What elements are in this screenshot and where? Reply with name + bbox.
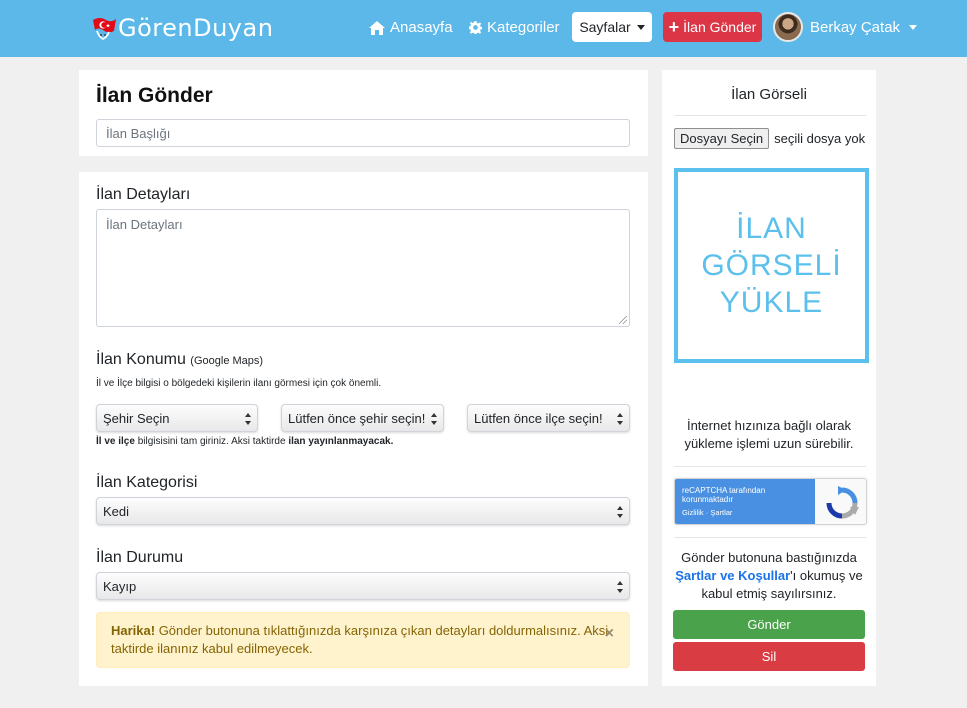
post-ad-button[interactable]: + İlan Gönder	[663, 12, 762, 42]
category-select[interactable]: Kedi	[96, 497, 630, 525]
post-ad-label: İlan Gönder	[683, 19, 757, 35]
terms-text: Gönder butonuna bastığınızda Şartlar ve …	[672, 549, 866, 603]
recaptcha-text: reCAPTCHA tarafından korunmaktadır Gizli…	[675, 479, 815, 524]
recaptcha-line-1: reCAPTCHA tarafından	[682, 486, 766, 495]
city-select-value: Şehir Seçin	[103, 411, 170, 426]
select-arrows-icon	[617, 413, 623, 425]
ad-form-panel: İlan Detayları İlan Detayları İlan Konum…	[79, 172, 648, 686]
category-heading: İlan Kategorisi	[96, 474, 198, 491]
nav-home[interactable]: Anasayfa	[369, 19, 453, 36]
location-warning: İl ve ilçe bilgisisini tam giriniz. Aksi…	[96, 436, 393, 447]
caret-down-icon	[636, 24, 645, 30]
caret-down-icon	[909, 24, 918, 30]
cog-icon	[469, 21, 482, 34]
select-arrows-icon	[617, 581, 623, 593]
select-arrows-icon	[245, 413, 251, 425]
user-menu[interactable]: Berkay Çatak	[773, 11, 918, 43]
top-navbar: GörenDuyan Anasayfa Kategoriler Sayfalar…	[0, 0, 967, 57]
alert-strong: Harika!	[111, 623, 156, 638]
page-title: İlan Gönder	[96, 84, 213, 107]
delete-button[interactable]: Sil	[673, 642, 865, 671]
neighborhood-select-value: Lütfen önce ilçe seçin!	[474, 411, 603, 426]
recaptcha-icon	[826, 486, 859, 519]
neighborhood-select[interactable]: Lütfen önce ilçe seçin!	[467, 404, 630, 432]
user-name: Berkay Çatak	[810, 18, 901, 36]
details-heading: İlan Detayları	[96, 186, 191, 203]
divider	[674, 115, 866, 116]
status-heading: İlan Durumu	[96, 549, 184, 566]
district-select[interactable]: Lütfen önce şehir seçin!	[281, 404, 444, 432]
avatar	[773, 12, 803, 42]
status-select[interactable]: Kayıp	[96, 572, 630, 600]
warning-bold-1: İl ve ilçe	[96, 436, 135, 447]
resize-handle[interactable]	[619, 316, 627, 324]
choose-file-button[interactable]: Dosyayı Seçin	[674, 128, 770, 149]
image-upload-area[interactable]: İLAN GÖRSELİ YÜKLE	[674, 168, 869, 363]
terms-pre: Gönder butonuna bastığınızda	[681, 550, 857, 565]
district-select-value: Lütfen önce şehir seçin!	[288, 411, 426, 426]
location-heading: İlan Konumu (Google Maps)	[96, 351, 263, 369]
file-input: Dosyayı Seçin seçili dosya yok	[674, 128, 865, 149]
image-panel: İlan Görseli Dosyayı Seçin seçili dosya …	[662, 70, 876, 686]
nav-home-label: Anasayfa	[390, 19, 453, 36]
title-panel: İlan Gönder İlan Başlığı	[79, 70, 648, 156]
nav-categories[interactable]: Kategoriler	[469, 19, 560, 36]
brand-name: GörenDuyan	[118, 14, 274, 42]
upload-line-1: İLAN	[736, 212, 807, 245]
warning-bold-2: ilan yayınlanmayacak.	[288, 436, 394, 447]
ad-title-input[interactable]: İlan Başlığı	[96, 119, 630, 147]
upload-line-2: GÖRSELİ	[701, 249, 842, 282]
pages-label: Sayfalar	[579, 19, 631, 35]
upload-speed-note: İnternet hızınıza bağlı olarak yükleme i…	[684, 418, 854, 451]
close-icon[interactable]: ×	[605, 625, 614, 643]
location-hint: İl ve İlçe bilgisi o bölgedeki kişilerin…	[96, 378, 382, 389]
status-select-value: Kayıp	[103, 579, 137, 594]
recaptcha-line-2: korunmaktadır	[682, 495, 734, 504]
send-button[interactable]: Gönder	[673, 610, 865, 639]
plus-icon: +	[668, 17, 680, 37]
alert-text: Gönder butonuna tıklattığınızda karşınız…	[111, 623, 609, 656]
file-status: seçili dosya yok	[774, 131, 866, 146]
details-placeholder: İlan Detayları	[106, 217, 183, 232]
flag-icon	[90, 14, 118, 42]
pages-dropdown-button[interactable]: Sayfalar	[572, 12, 652, 42]
city-select[interactable]: Şehir Seçin	[96, 404, 258, 432]
warning-alert: Harika! Gönder butonuna tıklattığınızda …	[96, 612, 630, 668]
divider	[674, 466, 866, 467]
upload-line-3: YÜKLE	[719, 286, 824, 319]
category-select-value: Kedi	[103, 504, 130, 519]
home-icon	[369, 20, 385, 35]
terms-link[interactable]: Şartlar ve Koşullar	[675, 568, 790, 583]
location-heading-note: (Google Maps)	[190, 355, 264, 367]
recaptcha-badge[interactable]: reCAPTCHA tarafından korunmaktadır Gizli…	[674, 478, 867, 525]
divider	[674, 537, 866, 538]
location-heading-label: İlan Konumu	[96, 351, 186, 368]
warning-mid: bilgisisini tam giriniz. Aksi taktirde	[134, 436, 289, 447]
select-arrows-icon	[431, 413, 437, 425]
recaptcha-links[interactable]: Gizlilik · Şartlar	[682, 508, 808, 517]
select-arrows-icon	[617, 506, 623, 518]
image-panel-title: İlan Görseli	[731, 86, 807, 103]
nav-categories-label: Kategoriler	[487, 19, 560, 36]
ad-details-textarea[interactable]: İlan Detayları	[96, 209, 630, 327]
brand-logo[interactable]: GörenDuyan	[90, 11, 273, 45]
